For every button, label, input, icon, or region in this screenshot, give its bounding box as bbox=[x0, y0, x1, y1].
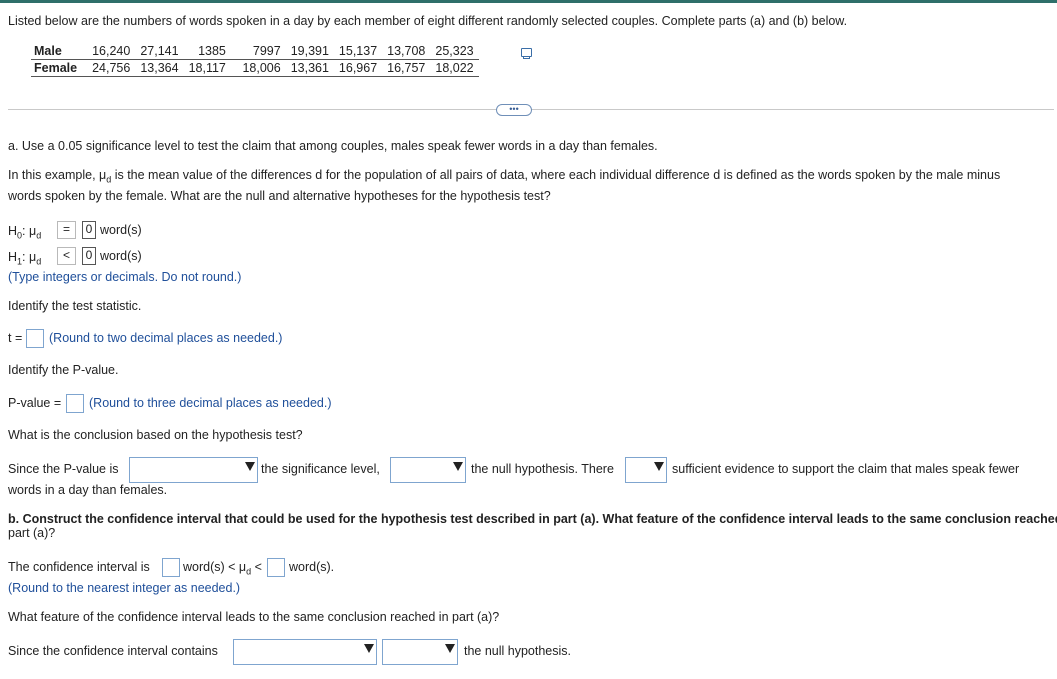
table-cell: 1385 bbox=[183, 43, 231, 60]
conclusion-question: What is the conclusion based on the hypo… bbox=[8, 428, 303, 442]
evidence-dropdown[interactable] bbox=[625, 457, 667, 483]
data-table: Male 16,240 27,141 1385 7997 19,391 15,1… bbox=[31, 43, 479, 77]
null-there-text: the null hypothesis. There bbox=[471, 462, 614, 476]
p-comparison-dropdown[interactable] bbox=[129, 457, 258, 483]
chevron-down-icon bbox=[364, 644, 374, 653]
table-cell: 18,022 bbox=[430, 59, 479, 77]
table-cell: 16,757 bbox=[382, 59, 431, 77]
table-cell: 16,240 bbox=[87, 43, 136, 60]
h1-operator-select[interactable]: < bbox=[57, 247, 76, 265]
row-label-female: Female bbox=[31, 59, 88, 77]
row-label-male: Male bbox=[31, 43, 88, 60]
ci-hint: (Round to the nearest integer as needed.… bbox=[8, 581, 241, 595]
reject-decision-dropdown[interactable] bbox=[390, 457, 466, 483]
table-cell: 19,391 bbox=[285, 43, 334, 60]
table-cell: 18,006 bbox=[230, 59, 286, 77]
ci-text: < bbox=[251, 560, 262, 574]
table-row: Female 24,756 13,364 18,117 18,006 13,36… bbox=[31, 59, 479, 77]
identify-pvalue-text: Identify the P-value. bbox=[8, 363, 119, 377]
copy-data-icon[interactable] bbox=[521, 48, 532, 59]
ci-label: The confidence interval is bbox=[8, 560, 150, 574]
part-b-prompt-line1: b. Construct the confidence interval tha… bbox=[8, 512, 1057, 526]
chevron-down-icon bbox=[445, 644, 455, 653]
chevron-down-icon bbox=[245, 462, 255, 471]
h1-unit: word(s) bbox=[100, 249, 142, 263]
table-cell: 27,141 bbox=[135, 43, 184, 60]
sufficient-text: sufficient evidence to support the claim… bbox=[672, 462, 1020, 476]
table-cell: 13,708 bbox=[382, 43, 431, 60]
h1-value-input[interactable]: 0 bbox=[82, 247, 96, 265]
table-cell: 18,117 bbox=[183, 59, 231, 77]
table-cell: 25,323 bbox=[430, 43, 479, 60]
part-b-prompt-line2: part (a)? bbox=[8, 526, 56, 540]
sig-level-text: the significance level, bbox=[261, 462, 380, 476]
h0-value-input[interactable]: 0 bbox=[82, 221, 96, 239]
table-cell: 13,361 bbox=[285, 59, 334, 77]
mu-symbol: : μ bbox=[22, 224, 37, 238]
table-cell: 16,967 bbox=[333, 59, 383, 77]
since-p-text: Since the P-value is bbox=[8, 462, 119, 476]
chevron-down-icon bbox=[453, 462, 463, 471]
example-text: In this example, μ bbox=[8, 168, 107, 182]
since-ci-text: Since the confidence interval contains bbox=[8, 644, 218, 658]
table-cell: 24,756 bbox=[87, 59, 136, 77]
words-day-text: words in a day than females. bbox=[8, 483, 168, 497]
mu-symbol: : μ bbox=[22, 250, 37, 264]
h-letter: H bbox=[8, 250, 18, 264]
t-label: t = bbox=[8, 331, 23, 345]
ci-decision-dropdown[interactable] bbox=[382, 639, 458, 665]
subscript: d bbox=[36, 230, 42, 241]
h0-operator-select[interactable]: = bbox=[57, 221, 76, 239]
example-line-1: In this example, μd is the mean value of… bbox=[8, 168, 1000, 185]
intro-text: Listed below are the numbers of words sp… bbox=[8, 14, 848, 28]
t-hint: (Round to two decimal places as needed.) bbox=[49, 331, 283, 345]
table-cell: 13,364 bbox=[135, 59, 184, 77]
h-letter: H bbox=[8, 224, 18, 238]
part-a-prompt: a. Use a 0.05 significance level to test… bbox=[8, 139, 658, 153]
ci-middle-text: word(s) < μd < bbox=[183, 560, 262, 577]
h1-label: H1: μd bbox=[8, 250, 41, 267]
hypothesis-hint: (Type integers or decimals. Do not round… bbox=[8, 270, 242, 284]
identify-statistic-text: Identify the test statistic. bbox=[8, 299, 142, 313]
table-row: Male 16,240 27,141 1385 7997 19,391 15,1… bbox=[31, 43, 479, 60]
ci-contains-dropdown[interactable] bbox=[233, 639, 377, 665]
null-hypothesis-end: the null hypothesis. bbox=[464, 644, 572, 658]
top-accent-bar bbox=[0, 0, 1057, 3]
p-hint: (Round to three decimal places as needed… bbox=[89, 396, 332, 410]
table-cell: 7997 bbox=[230, 43, 286, 60]
p-value-input[interactable] bbox=[66, 394, 84, 413]
h0-unit: word(s) bbox=[100, 223, 142, 237]
part-b-text: b. Construct the confidence interval tha… bbox=[8, 512, 1057, 526]
t-statistic-input[interactable] bbox=[26, 329, 44, 348]
ci-lower-input[interactable] bbox=[162, 558, 180, 577]
ci-end-text: word(s). bbox=[289, 560, 335, 574]
example-text: is the mean value of the differences d f… bbox=[111, 168, 1001, 182]
feature-question: What feature of the confidence interval … bbox=[8, 610, 500, 624]
chevron-down-icon bbox=[654, 462, 664, 471]
more-button[interactable]: ••• bbox=[496, 104, 532, 116]
ci-text: word(s) < μ bbox=[183, 560, 247, 574]
table-cell: 15,137 bbox=[333, 43, 383, 60]
example-line-2: words spoken by the female. What are the… bbox=[8, 189, 551, 203]
ci-upper-input[interactable] bbox=[267, 558, 285, 577]
subscript: d bbox=[36, 256, 42, 267]
p-label: P-value = bbox=[8, 396, 62, 410]
h0-label: H0: μd bbox=[8, 224, 41, 241]
